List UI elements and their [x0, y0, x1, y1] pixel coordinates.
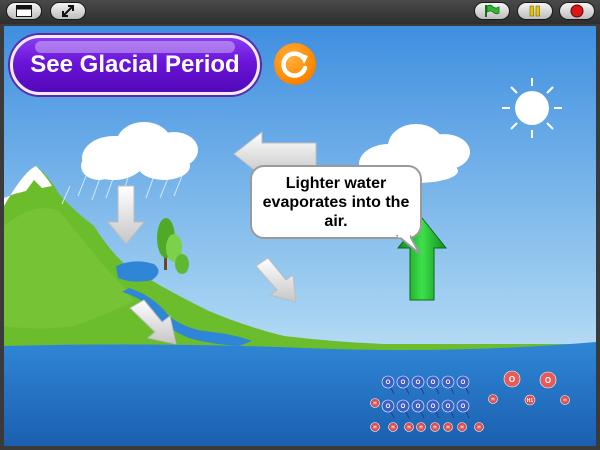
oxygen-atom: O [411, 375, 425, 389]
caption-text: Lighter water evaporates into the air. [262, 174, 410, 230]
caption-bubble: Lighter water evaporates into the air. [250, 165, 422, 239]
hydrogen-atom: H [430, 422, 440, 432]
oxygen-atom: O [396, 375, 410, 389]
svg-text:O: O [386, 404, 391, 410]
hydrogen-atom: H [370, 398, 380, 408]
hydrogen-atom: H [488, 394, 498, 404]
svg-text:O: O [431, 404, 436, 410]
svg-text:O: O [416, 380, 421, 386]
svg-text:O: O [431, 380, 436, 386]
hydrogen-atom: H [370, 422, 380, 432]
oxygen-atom: O [381, 375, 395, 389]
svg-text:H: H [477, 425, 480, 430]
hydrogen-atom: H [404, 422, 414, 432]
hydrogen-atom: H [560, 395, 570, 405]
lake [116, 261, 159, 282]
refresh-icon [281, 51, 308, 78]
svg-text:H: H [563, 398, 566, 403]
hydrogen-atom: H [474, 422, 484, 432]
oxygen-atom: O [441, 399, 455, 413]
svg-text:H: H [460, 425, 463, 430]
stop-icon [570, 4, 584, 18]
svg-text:H: H [373, 425, 376, 430]
svg-text:O: O [416, 404, 421, 410]
hydrogen-atom: H [443, 422, 453, 432]
pause-button[interactable] [517, 2, 553, 20]
stop-button[interactable] [559, 2, 595, 20]
svg-text:O: O [461, 380, 466, 386]
oxygen-atom: O [441, 375, 455, 389]
bubble-tail [396, 234, 421, 255]
green-flag-button[interactable] [474, 2, 510, 20]
svg-text:O: O [509, 375, 515, 384]
ocean [4, 342, 596, 446]
svg-text:O: O [461, 404, 466, 410]
fullscreen-button[interactable] [50, 2, 86, 20]
light-oxygen-atom: O [503, 370, 521, 388]
svg-text:H: H [407, 425, 410, 430]
light-oxygen-atom: O [539, 371, 557, 389]
svg-text:O: O [401, 404, 406, 410]
oxygen-atom: O [381, 399, 395, 413]
hydrogen-atom: H [416, 422, 426, 432]
svg-text:H1: H1 [527, 398, 534, 404]
green-flag-icon [485, 4, 500, 17]
oxygen-atom: O [396, 399, 410, 413]
hydrogen-atom: H [457, 422, 467, 432]
presentation-icon [16, 5, 32, 17]
see-glacial-period-label: See Glacial Period [30, 51, 240, 78]
hydrogen-atom: H1 [524, 394, 536, 406]
svg-text:H: H [391, 425, 394, 430]
svg-text:H: H [446, 425, 449, 430]
oxygen-atom: O [426, 375, 440, 389]
stage: O O O O O O O O O O O O H H H H H H H H H H O O H1 H See Glacial… [4, 26, 596, 446]
oxygen-atom: O [411, 399, 425, 413]
oxygen-atom: O [456, 375, 470, 389]
oxygen-atom: O [426, 399, 440, 413]
svg-text:O: O [545, 376, 551, 385]
player-toolbar [0, 0, 600, 24]
expand-icon [62, 5, 74, 17]
svg-text:H: H [419, 425, 422, 430]
presentation-mode-button[interactable] [6, 2, 42, 20]
reset-button[interactable] [274, 43, 316, 85]
svg-text:H: H [433, 425, 436, 430]
svg-text:H: H [373, 401, 376, 406]
hydrogen-atom: H [388, 422, 398, 432]
svg-text:O: O [401, 380, 406, 386]
pause-icon [529, 5, 540, 17]
svg-text:O: O [446, 380, 451, 386]
see-glacial-period-button[interactable]: See Glacial Period [10, 35, 260, 95]
oxygen-atom: O [456, 399, 470, 413]
svg-text:O: O [446, 404, 451, 410]
svg-text:O: O [386, 380, 391, 386]
svg-text:H: H [491, 397, 494, 402]
